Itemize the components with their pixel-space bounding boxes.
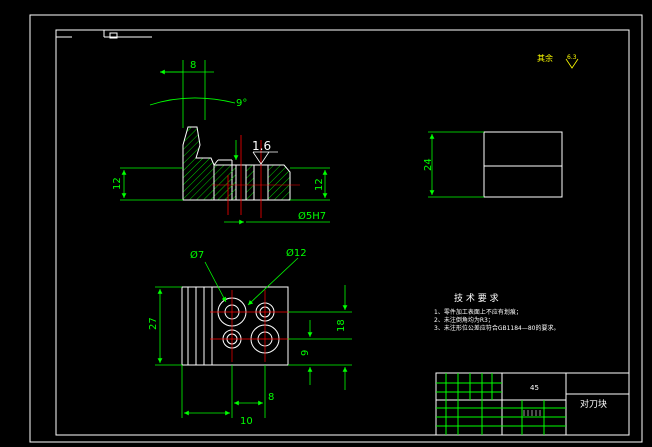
dim-dia-small: Ø7 <box>190 249 204 261</box>
roughness-symbol-value: 6.3 <box>567 54 577 61</box>
dim-right-height: 12 <box>314 178 325 191</box>
cad-drawing-canvas: 8 9° 12 12 1.6 Ø5H7 24 Ø7 Ø12 27 18 9 10… <box>29 14 643 443</box>
roughness-note: 其余 <box>537 53 553 63</box>
dim-angle: 9° <box>236 98 247 109</box>
dim-side-height: 24 <box>423 158 434 171</box>
tech-requirements: 技 术 要 求 1、零件加工表面上不应有划痕； 2、未注倒角均为R3； 3、未注… <box>434 292 560 332</box>
dim-bottom-10: 10 <box>240 416 253 427</box>
plan-view-dimensions <box>155 257 352 418</box>
tech-title: 技 术 要 求 <box>454 292 499 304</box>
title-block: 45 对刀块 <box>435 372 630 436</box>
dim-plan-height: 27 <box>148 317 159 330</box>
tech-item-3: 3、未注形位公差应符合GB1184—80的要求。 <box>434 324 560 332</box>
dim-bottom-8: 8 <box>268 392 274 403</box>
surface-finish-value: 1.6 <box>252 139 271 153</box>
drawing-border <box>29 14 643 443</box>
dim-left-height: 12 <box>112 177 123 190</box>
tech-item-2: 2、未注倒角均为R3； <box>434 316 494 324</box>
plan-view <box>181 286 290 366</box>
dim-right-9: 9 <box>300 350 311 356</box>
dim-hole-callout: Ø5H7 <box>298 210 326 222</box>
dim-top-width: 8 <box>190 60 196 71</box>
tech-item-1: 1、零件加工表面上不应有划痕； <box>434 308 522 316</box>
title-block-part-name: 对刀块 <box>580 398 607 410</box>
dim-right-18: 18 <box>336 319 347 332</box>
dim-dia-large: Ø12 <box>286 247 307 259</box>
front-section-view <box>182 126 300 218</box>
title-block-material: 45 <box>530 384 539 392</box>
side-view <box>428 131 563 198</box>
